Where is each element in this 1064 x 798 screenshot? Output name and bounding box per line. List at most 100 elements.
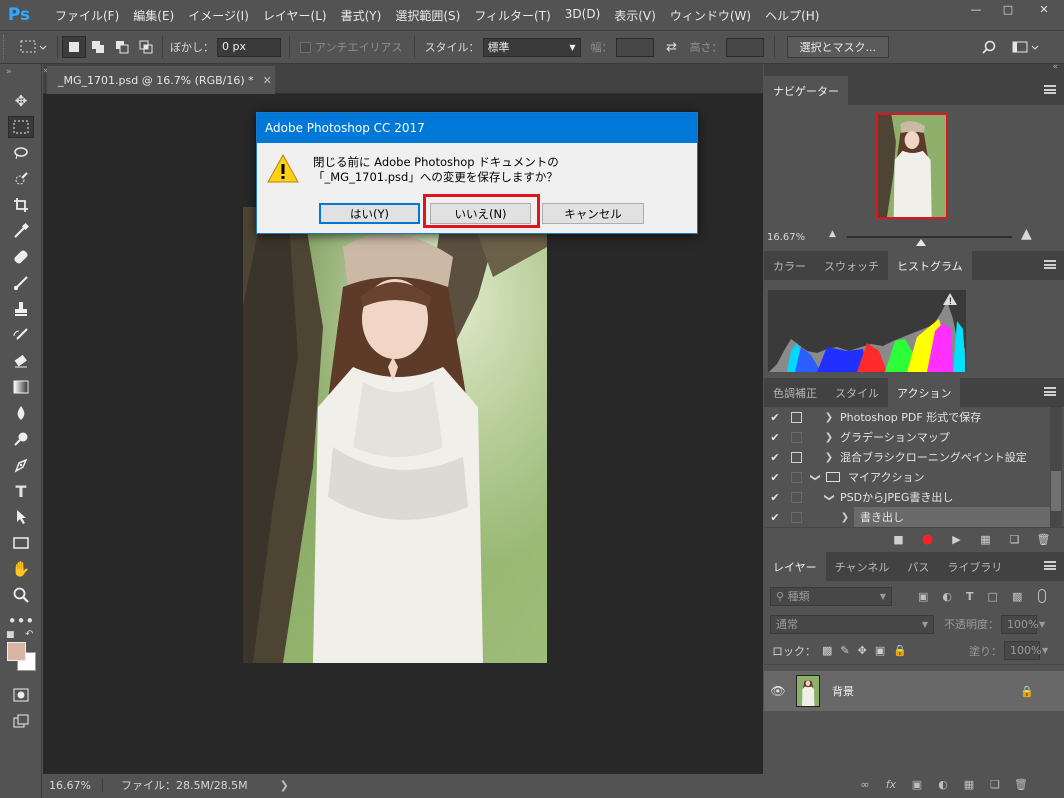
- search-icon[interactable]: [977, 36, 1001, 58]
- dialog-toggle-icon[interactable]: [786, 507, 806, 527]
- menu-layer[interactable]: レイヤー(L): [256, 7, 334, 24]
- panel-menu-icon[interactable]: [1044, 561, 1056, 570]
- shape-filter-icon[interactable]: □: [988, 590, 998, 603]
- stop-icon[interactable]: ■: [884, 533, 913, 546]
- foreground-color-swatch[interactable]: [7, 642, 26, 661]
- panels-collapse-bar[interactable]: «: [764, 62, 1064, 76]
- action-item[interactable]: ✔ ❯ PSDからJPEG書き出し: [764, 487, 1064, 507]
- move-tool-icon[interactable]: ✥: [0, 88, 42, 114]
- dialog-toggle-icon[interactable]: [786, 427, 806, 447]
- panel-menu-icon[interactable]: [1044, 260, 1056, 269]
- marquee-tool-icon[interactable]: [0, 114, 42, 140]
- pixel-filter-icon[interactable]: ▣: [918, 590, 928, 603]
- yes-button[interactable]: はい(Y): [319, 203, 420, 224]
- lock-position-icon[interactable]: ✥: [858, 644, 867, 657]
- lock-artboard-icon[interactable]: ▣: [875, 644, 885, 657]
- eraser-tool-icon[interactable]: [0, 348, 42, 374]
- add-selection-icon[interactable]: [86, 36, 110, 58]
- document-tab[interactable]: _MG_1701.psd @ 16.7% (RGB/16) * ✕: [47, 66, 275, 94]
- play-icon[interactable]: ▶: [942, 533, 971, 546]
- tab-color[interactable]: カラー: [764, 251, 815, 280]
- zoom-tool-icon[interactable]: [0, 582, 42, 608]
- screen-mode-icon[interactable]: [0, 708, 42, 734]
- dialog-toggle-icon[interactable]: [786, 447, 806, 467]
- trash-icon[interactable]: 🗑: [1029, 533, 1058, 546]
- opacity-input[interactable]: 100%: [1001, 614, 1038, 634]
- new-selection-icon[interactable]: [62, 36, 86, 58]
- lock-transparent-icon[interactable]: ▩: [822, 644, 832, 657]
- check-icon[interactable]: ✔: [764, 491, 786, 504]
- minimize-icon[interactable]: —: [960, 0, 992, 18]
- check-icon[interactable]: ✔: [764, 411, 786, 424]
- type-filter-icon[interactable]: T: [966, 590, 974, 603]
- shape-tool-icon[interactable]: [0, 530, 42, 556]
- brush-tool-icon[interactable]: [0, 270, 42, 296]
- menu-3d[interactable]: 3D(D): [558, 7, 607, 24]
- new-layer-icon[interactable]: ❏: [982, 778, 1008, 791]
- action-item[interactable]: ✔ ❯ グラデーションマップ: [764, 427, 1064, 447]
- zoom-out-icon[interactable]: ▲: [829, 229, 836, 239]
- subtract-selection-icon[interactable]: [110, 36, 134, 58]
- menu-help[interactable]: ヘルプ(H): [758, 7, 826, 24]
- zoom-slider[interactable]: [847, 236, 1012, 246]
- visibility-eye-icon[interactable]: 👁: [764, 684, 792, 698]
- expand-arrow-icon[interactable]: ❯: [822, 412, 836, 423]
- cancel-button[interactable]: キャンセル: [542, 203, 644, 224]
- dialog-toggle-icon[interactable]: [786, 407, 806, 427]
- action-item[interactable]: ✔ ❯ Photoshop PDF 形式で保存: [764, 407, 1064, 427]
- dodge-tool-icon[interactable]: [0, 426, 42, 452]
- layer-thumbnail[interactable]: [796, 675, 820, 707]
- fx-icon[interactable]: fx: [878, 778, 904, 791]
- blend-mode-select[interactable]: 通常 ▼: [770, 614, 934, 634]
- expand-arrow-icon[interactable]: ❯: [810, 470, 821, 484]
- check-icon[interactable]: ✔: [764, 431, 786, 444]
- chevron-down-icon[interactable]: ▼: [1039, 620, 1045, 629]
- hand-tool-icon[interactable]: ✋: [0, 556, 42, 582]
- antialias-checkbox[interactable]: アンチエイリアス: [300, 39, 403, 55]
- tab-layers[interactable]: レイヤー: [764, 552, 826, 581]
- lock-pixels-icon[interactable]: ✎: [840, 644, 849, 657]
- tab-styles[interactable]: スタイル: [826, 378, 888, 407]
- actions-scrollbar[interactable]: [1050, 407, 1062, 527]
- navigator-zoom-value[interactable]: 16.67%: [767, 232, 805, 243]
- clone-stamp-tool-icon[interactable]: [0, 296, 42, 322]
- zoom-slider-knob[interactable]: [916, 239, 927, 246]
- tab-channels[interactable]: チャンネル: [826, 552, 899, 581]
- chevron-down-icon[interactable]: ▼: [1042, 646, 1048, 655]
- action-set[interactable]: ✔ ❯ マイアクション: [764, 467, 1064, 487]
- check-icon[interactable]: ✔: [764, 511, 786, 524]
- crop-tool-icon[interactable]: [0, 192, 42, 218]
- lock-all-icon[interactable]: 🔒: [893, 644, 907, 657]
- gradient-tool-icon[interactable]: [0, 374, 42, 400]
- status-menu-arrow-icon[interactable]: ❯: [280, 779, 289, 792]
- scrollbar-thumb[interactable]: [1051, 471, 1061, 511]
- quick-select-tool-icon[interactable]: [0, 166, 42, 192]
- expand-arrow-icon[interactable]: ❯: [824, 490, 835, 504]
- new-action-icon[interactable]: ❏: [1000, 533, 1029, 546]
- action-item[interactable]: ✔ ❯ 混合ブラシクローニングペイント設定: [764, 447, 1064, 467]
- tab-adjustments[interactable]: 色調補正: [764, 378, 826, 407]
- tools-collapse-icon[interactable]: »: [0, 64, 41, 88]
- expand-arrow-icon[interactable]: ❯: [838, 512, 852, 523]
- panel-menu-icon[interactable]: [1044, 85, 1056, 94]
- height-input[interactable]: [725, 37, 764, 57]
- tab-navigator[interactable]: ナビゲーター: [764, 76, 848, 105]
- new-set-icon[interactable]: ▦: [971, 533, 1000, 546]
- pen-tool-icon[interactable]: [0, 452, 42, 478]
- swap-colors-icon[interactable]: ↶: [25, 629, 33, 640]
- status-zoom[interactable]: 16.67%: [43, 778, 103, 792]
- history-brush-tool-icon[interactable]: [0, 322, 42, 348]
- style-select[interactable]: 標準 ▼: [482, 37, 581, 57]
- navigator-thumbnail[interactable]: [876, 113, 948, 219]
- document-image[interactable]: [243, 207, 547, 663]
- menu-view[interactable]: 表示(V): [607, 7, 663, 24]
- select-mask-button[interactable]: 選択とマスク...: [786, 36, 890, 58]
- eyedropper-tool-icon[interactable]: [0, 218, 42, 244]
- workspace-icon[interactable]: [1009, 36, 1043, 58]
- zoom-in-icon[interactable]: ▲: [1021, 226, 1032, 242]
- intersect-selection-icon[interactable]: [134, 36, 158, 58]
- default-colors-icon[interactable]: ■: [6, 630, 15, 640]
- filter-toggle-icon[interactable]: [1038, 589, 1047, 603]
- record-icon[interactable]: ●: [913, 532, 942, 547]
- layer-row[interactable]: 👁 背景 🔒: [764, 671, 1064, 711]
